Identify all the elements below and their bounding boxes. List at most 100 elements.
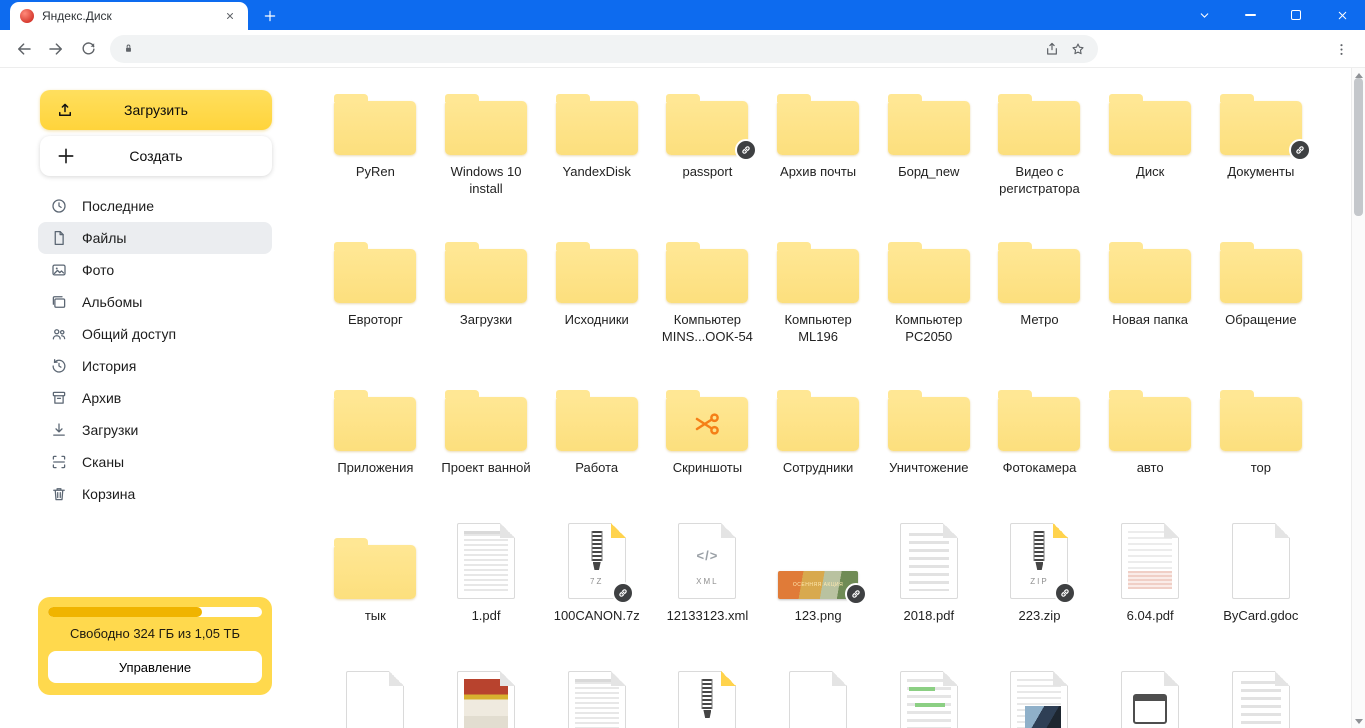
folder-tile[interactable]: Загрузки xyxy=(431,223,542,371)
chevron-down-icon[interactable] xyxy=(1181,0,1227,30)
tab-close-icon[interactable] xyxy=(222,8,238,24)
file-icon xyxy=(899,523,958,599)
sidebar-item-files[interactable]: Файлы xyxy=(38,222,272,254)
folder-tile[interactable]: Сотрудники xyxy=(763,371,874,519)
browser-menu-icon[interactable] xyxy=(1325,33,1357,65)
folder-tile[interactable]: тык xyxy=(320,519,431,667)
folder-tile[interactable]: Видео с регистратора xyxy=(984,75,1095,223)
item-name: Архив почты xyxy=(780,164,857,179)
folder-tile[interactable]: тор xyxy=(1206,371,1317,519)
folder-tile[interactable]: Скриншоты xyxy=(652,371,763,519)
file-icon xyxy=(457,523,516,599)
sidebar-item-albums[interactable]: Альбомы xyxy=(38,286,272,318)
file-tile[interactable] xyxy=(541,667,652,728)
folder-tile[interactable]: авто xyxy=(1095,371,1206,519)
scrollbar-thumb[interactable] xyxy=(1354,78,1363,216)
close-icon[interactable] xyxy=(1319,0,1365,30)
upload-button[interactable]: Загрузить xyxy=(40,90,272,130)
share-icon[interactable] xyxy=(1044,41,1060,57)
folder-tile[interactable]: Фотокамера xyxy=(984,371,1095,519)
folder-tile[interactable]: YandexDisk xyxy=(541,75,652,223)
file-tile[interactable] xyxy=(1095,667,1206,728)
back-button[interactable] xyxy=(8,33,40,65)
sidebar-item-label: Корзина xyxy=(82,486,136,502)
download-icon xyxy=(50,421,68,439)
sidebar-item-photos[interactable]: Фото xyxy=(38,254,272,286)
browser-tab[interactable]: Яндекс.Диск xyxy=(10,2,248,30)
file-tile[interactable] xyxy=(1206,667,1317,728)
folder-tile[interactable]: Документы xyxy=(1206,75,1317,223)
icon-box xyxy=(777,371,860,451)
main-content: PyRen Windows 10 install YandexDisk passpor… xyxy=(290,68,1365,728)
sidebar-item-history[interactable]: История xyxy=(38,350,272,382)
sidebar-item-downloads[interactable]: Загрузки xyxy=(38,414,272,446)
upload-icon xyxy=(56,101,74,119)
scrollbar[interactable] xyxy=(1351,68,1365,728)
file-tile[interactable]: 2018.pdf xyxy=(873,519,984,667)
item-name: Windows 10 install xyxy=(450,164,522,196)
folder-tile[interactable]: Евроторг xyxy=(320,223,431,371)
folder-icon xyxy=(666,390,749,451)
folder-icon xyxy=(777,242,860,303)
folder-tile[interactable]: Работа xyxy=(541,371,652,519)
file-tile[interactable] xyxy=(431,667,542,728)
file-tile[interactable]: 1.pdf xyxy=(431,519,542,667)
folder-tile[interactable]: Компьютер ML196 xyxy=(763,223,874,371)
sidebar-item-recent[interactable]: Последние xyxy=(38,190,272,222)
icon-box xyxy=(777,75,860,155)
folder-tile[interactable]: PyRen xyxy=(320,75,431,223)
folder-tile[interactable]: Диск xyxy=(1095,75,1206,223)
icon-box xyxy=(457,667,516,728)
address-bar[interactable] xyxy=(110,34,1098,63)
storage-progressbar xyxy=(48,607,262,617)
folder-tile[interactable]: Обращение xyxy=(1206,223,1317,371)
sidebar-item-shared[interactable]: Общий доступ xyxy=(38,318,272,350)
file-tile[interactable] xyxy=(652,667,763,728)
folder-icon xyxy=(445,242,528,303)
file-tile[interactable] xyxy=(320,667,431,728)
bookmark-star-icon[interactable] xyxy=(1070,41,1086,57)
sidebar-nav: Последние Файлы Фото Альбомы Общий доступ Ист… xyxy=(0,190,290,510)
file-tile[interactable] xyxy=(984,667,1095,728)
folder-tile[interactable]: Компьютер MINS...OOK-54 xyxy=(652,223,763,371)
sidebar-item-scans[interactable]: Сканы xyxy=(38,446,272,478)
lock-icon[interactable] xyxy=(122,42,135,55)
folder-tile[interactable]: Проект ванной xyxy=(431,371,542,519)
folder-tile[interactable]: Компьютер PC2050 xyxy=(873,223,984,371)
file-tile[interactable]: 7Z 100CANON.7z xyxy=(541,519,652,667)
storage-text: Свободно 324 ГБ из 1,05 ТБ xyxy=(69,626,241,641)
link-badge xyxy=(1288,139,1311,161)
folder-tile[interactable]: Борд_new xyxy=(873,75,984,223)
folder-tile[interactable]: Метро xyxy=(984,223,1095,371)
file-tile[interactable]: </> XML 12133123.xml xyxy=(652,519,763,667)
folder-tile[interactable]: passport xyxy=(652,75,763,223)
create-button[interactable]: Создать xyxy=(40,136,272,176)
minimize-icon[interactable] xyxy=(1227,0,1273,30)
reload-button[interactable] xyxy=(72,33,104,65)
maximize-icon[interactable] xyxy=(1273,0,1319,30)
item-name: Сотрудники xyxy=(782,460,854,475)
sidebar-item-trash[interactable]: Корзина xyxy=(38,478,272,510)
new-tab-button[interactable] xyxy=(256,2,284,30)
icon-box xyxy=(1231,519,1290,599)
manage-storage-button[interactable]: Управление xyxy=(48,651,262,683)
item-name: 223.zip xyxy=(1018,608,1061,623)
folder-tile[interactable]: Уничтожение xyxy=(873,371,984,519)
file-tile[interactable]: 6.04.pdf xyxy=(1095,519,1206,667)
folder-tile[interactable]: Windows 10 install xyxy=(431,75,542,223)
folder-tile[interactable]: Исходники xyxy=(541,223,652,371)
scroll-down-arrow[interactable] xyxy=(1352,715,1365,727)
file-tile[interactable]: ZIP 223.zip xyxy=(984,519,1095,667)
folder-tile[interactable]: Приложения xyxy=(320,371,431,519)
item-name: Компьютер MINS...OOK-54 xyxy=(661,312,753,344)
sidebar-item-archive[interactable]: Архив xyxy=(38,382,272,414)
file-tile[interactable] xyxy=(873,667,984,728)
file-preview xyxy=(1128,531,1173,591)
file-tile[interactable] xyxy=(763,667,874,728)
file-tile[interactable]: ОСЕННЯЯ АКЦИЯ 123.png xyxy=(763,519,874,667)
forward-button[interactable] xyxy=(40,33,72,65)
file-tile[interactable]: ByCard.gdoc xyxy=(1206,519,1317,667)
folder-tile[interactable]: Новая папка xyxy=(1095,223,1206,371)
icon-box xyxy=(887,75,970,155)
folder-tile[interactable]: Архив почты xyxy=(763,75,874,223)
